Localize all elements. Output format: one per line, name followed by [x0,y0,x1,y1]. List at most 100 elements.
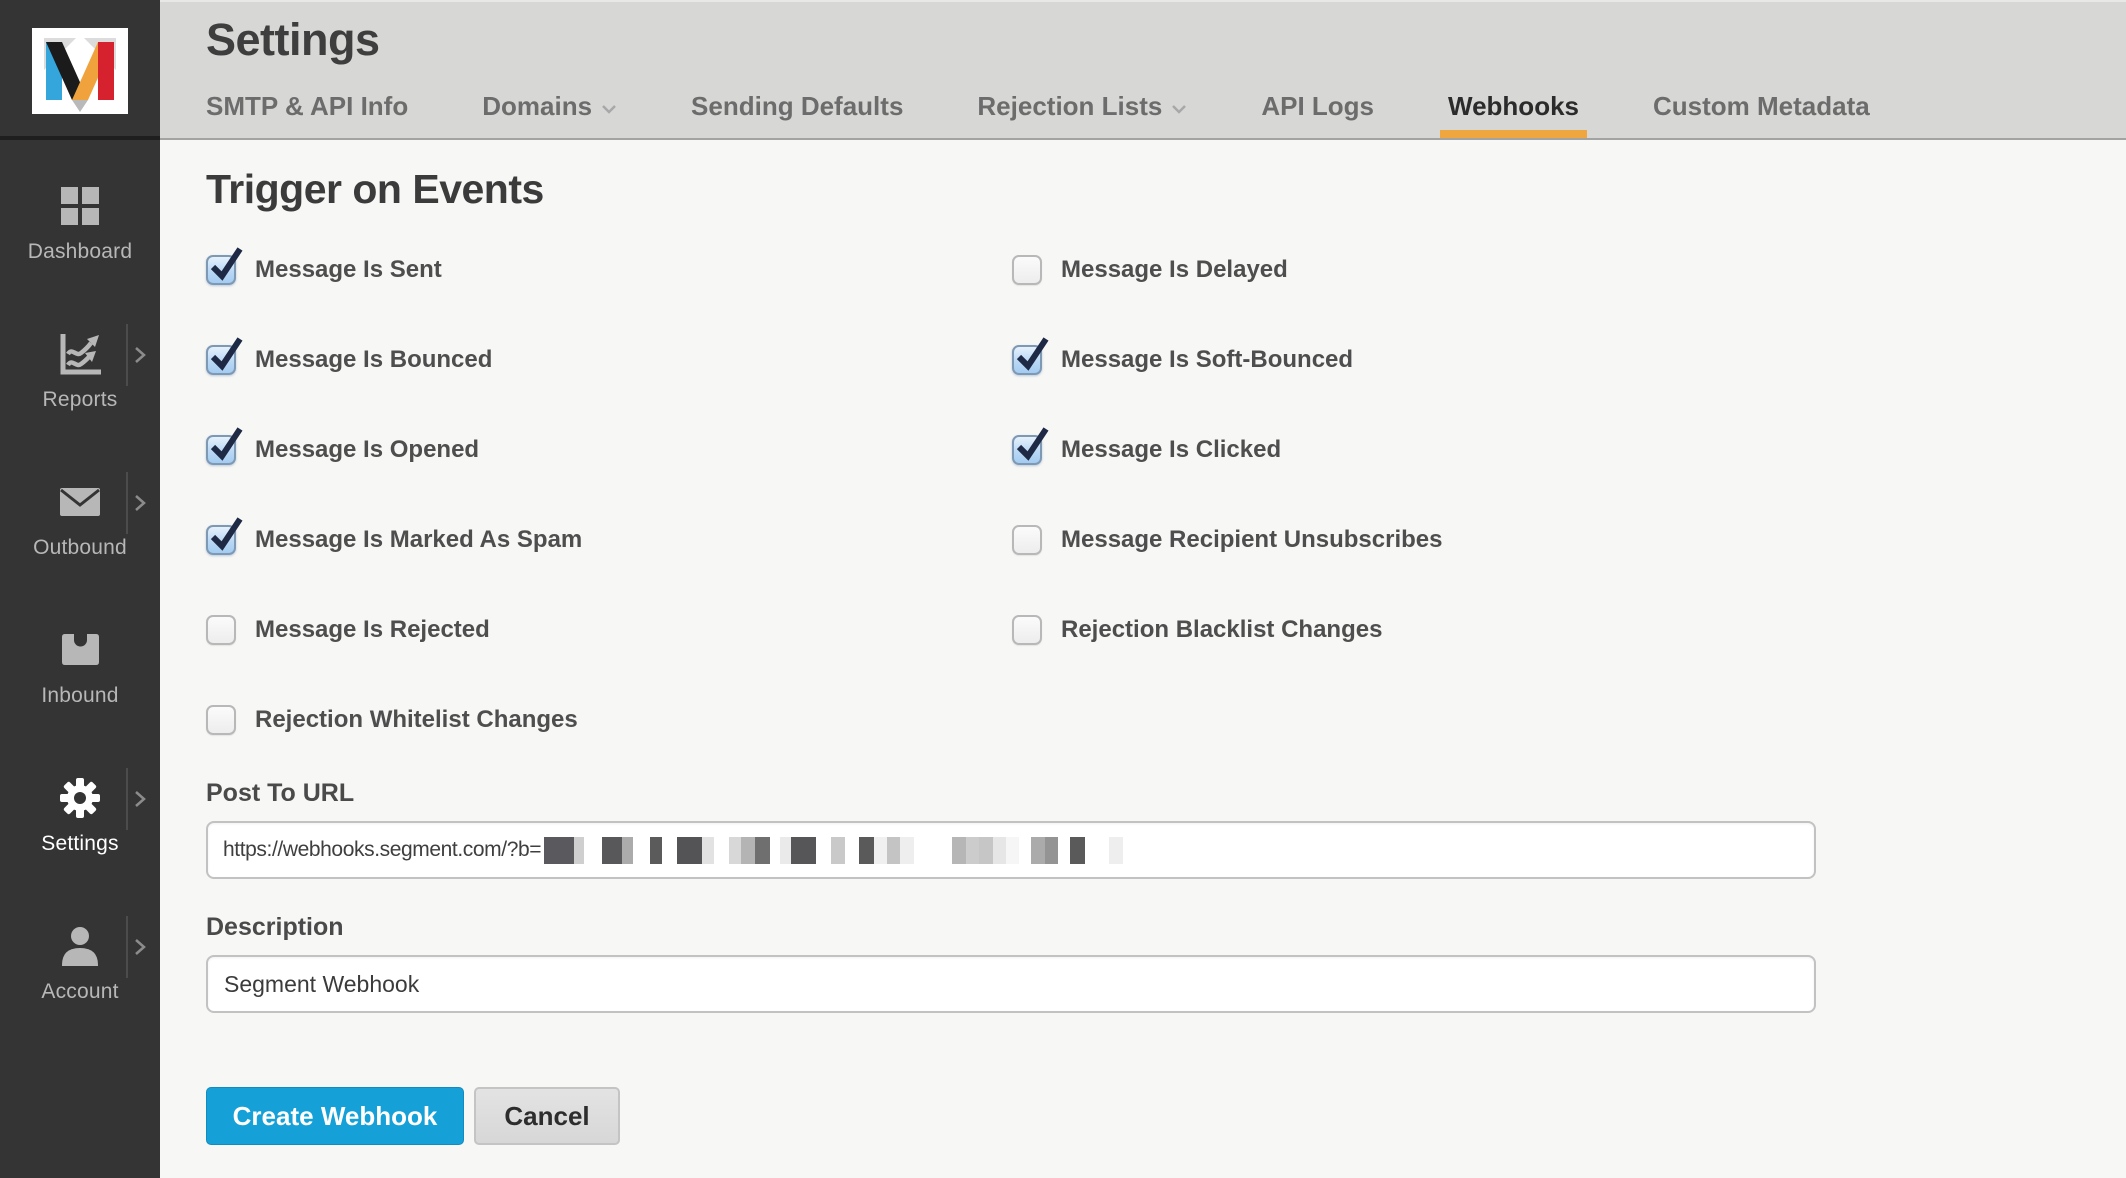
checkbox-message-is-sent[interactable] [206,255,236,285]
tab-rejection-lists[interactable]: Rejection Lists [977,91,1187,126]
event-row: Rejection Blacklist Changes [1012,585,1442,675]
checkbox-label[interactable]: Message Is Rejected [255,616,490,644]
checkbox-message-is-delayed[interactable] [1012,255,1042,285]
grid-icon [58,184,102,228]
create-webhook-button[interactable]: Create Webhook [206,1087,464,1145]
cancel-button[interactable]: Cancel [474,1087,620,1145]
url-redacted-blocks [541,823,1123,877]
checkbox-label[interactable]: Message Is Soft-Bounced [1061,346,1353,374]
redacted-block [677,837,702,864]
tab-webhooks[interactable]: Webhooks [1448,91,1579,126]
checkbox-label[interactable]: Message Is Sent [255,256,442,284]
event-row: Message Is Sent [206,225,1012,315]
sidebar-item-dashboard[interactable]: Dashboard [0,166,160,314]
checkbox-label[interactable]: Message Is Bounced [255,346,492,374]
person-icon [57,924,103,968]
tab-label: Webhooks [1448,91,1579,121]
tab-label: API Logs [1261,91,1374,121]
main-content: Trigger on Events Message Is Sent Messag… [160,140,2126,1178]
checkbox-label[interactable]: Message Is Delayed [1061,256,1288,284]
section-heading: Trigger on Events [206,166,2126,213]
redacted-block [993,837,1006,864]
event-row: Message Is Soft-Bounced [1012,315,1442,405]
sidebar-item-reports[interactable]: Reports [0,314,160,462]
chevron-right-icon[interactable] [126,916,152,978]
checkmark-icon [1012,336,1050,374]
post-to-url-label: Post To URL [206,779,2126,808]
sidebar-item-label: Reports [43,388,118,412]
event-row: Message Is Bounced [206,315,1012,405]
checkbox-message-recipient-unsubscribes[interactable] [1012,525,1042,555]
checkbox-rejection-blacklist-changes[interactable] [1012,615,1042,645]
events-column-right: Message Is Delayed Message Is Soft-Bounc… [1012,225,1442,765]
gear-icon [57,776,103,820]
checkbox-label[interactable]: Message Recipient Unsubscribes [1061,526,1442,554]
form-actions: Create Webhook Cancel [206,1087,2126,1145]
redacted-block [859,837,874,864]
sidebar-item-label: Inbound [41,684,118,708]
checkbox-message-is-opened[interactable] [206,435,236,465]
tab-label: Rejection Lists [977,91,1162,121]
mandrill-logo[interactable] [32,28,128,114]
mandrill-m-icon [32,28,128,114]
tab-label: Custom Metadata [1653,91,1870,121]
checkbox-message-is-bounced[interactable] [206,345,236,375]
checkbox-message-is-soft-bounced[interactable] [1012,345,1042,375]
redacted-block [574,837,584,864]
tab-bar: SMTP & API Info Domains Sending Defaults… [206,91,1870,126]
event-row: Message Is Clicked [1012,405,1442,495]
post-to-url-input[interactable]: https://webhooks.segment.com/?b= [206,821,1816,879]
event-checkbox-grid: Message Is Sent Message Is Bounced Messa… [206,225,2126,765]
chevron-right-icon[interactable] [126,768,152,830]
redacted-block [1031,837,1045,864]
checkbox-label[interactable]: Message Is Clicked [1061,436,1281,464]
checkbox-label[interactable]: Message Is Opened [255,436,479,464]
tab-domains[interactable]: Domains [482,91,617,126]
sidebar-nav: Dashboard Reports [0,140,160,1054]
tab-label: SMTP & API Info [206,91,408,121]
redacted-block [741,837,755,864]
event-row: Message Is Marked As Spam [206,495,1012,585]
tab-custom-metadata[interactable]: Custom Metadata [1653,91,1870,126]
sidebar-item-account[interactable]: Account [0,906,160,1054]
checkbox-label[interactable]: Message Is Marked As Spam [255,526,582,554]
redacted-block [1109,837,1123,864]
tab-smtp-api-info[interactable]: SMTP & API Info [206,91,408,126]
sidebar-item-settings[interactable]: Settings [0,758,160,906]
checkbox-message-is-clicked[interactable] [1012,435,1042,465]
logo-section [0,0,160,140]
description-label: Description [206,913,2126,942]
checkmark-icon [206,426,244,464]
redacted-block [831,837,845,864]
checkbox-rejection-whitelist-changes[interactable] [206,705,236,735]
chevron-right-icon[interactable] [126,472,152,534]
event-row: Message Is Opened [206,405,1012,495]
redacted-block [979,837,993,864]
tab-api-logs[interactable]: API Logs [1261,91,1374,126]
tab-label: Domains [482,91,592,121]
redacted-block [791,837,816,864]
redacted-block [755,837,770,864]
description-input[interactable] [206,955,1816,1013]
checkbox-message-is-rejected[interactable] [206,615,236,645]
checkbox-message-is-marked-as-spam[interactable] [206,525,236,555]
tab-sending-defaults[interactable]: Sending Defaults [691,91,903,126]
checkmark-icon [206,246,244,284]
checkbox-label[interactable]: Rejection Whitelist Changes [255,706,578,734]
event-row: Rejection Whitelist Changes [206,675,1012,765]
envelope-icon [57,480,103,524]
checkmark-icon [1012,426,1050,464]
chart-icon [57,332,103,376]
redacted-block [874,837,887,864]
checkbox-label[interactable]: Rejection Blacklist Changes [1061,616,1382,644]
redacted-block [900,837,914,864]
redacted-block [729,837,741,864]
chevron-right-icon[interactable] [126,324,152,386]
sidebar-item-label: Dashboard [28,240,133,264]
redacted-block [544,837,574,864]
redacted-block [1045,837,1058,864]
sidebar-item-outbound[interactable]: Outbound [0,462,160,610]
redacted-block [887,837,900,864]
event-row: Message Recipient Unsubscribes [1012,495,1442,585]
sidebar-item-inbound[interactable]: Inbound [0,610,160,758]
